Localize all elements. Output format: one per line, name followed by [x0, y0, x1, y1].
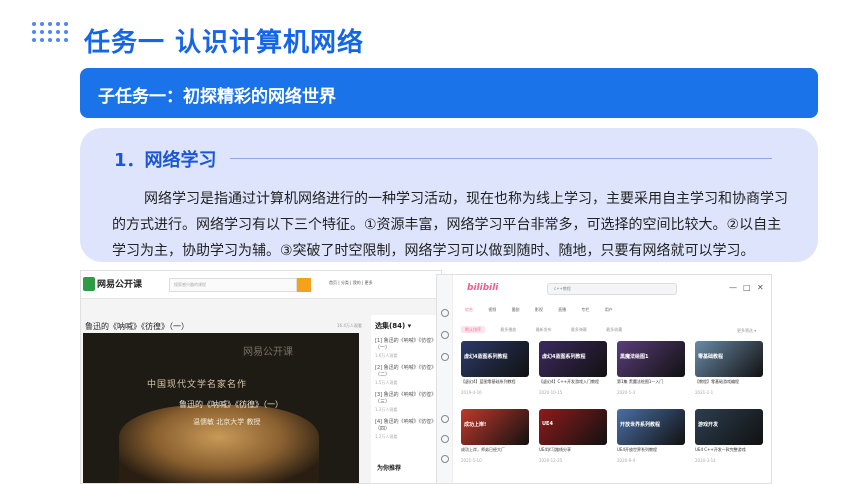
s1-video-line1: 中国现代文学名家名作 [147, 380, 248, 390]
s2-more-filters[interactable]: 更多筛选 ▾ [737, 328, 756, 334]
video-meta: 2021-5-10 [461, 458, 482, 463]
s1-search-button[interactable] [297, 278, 311, 292]
close-icon[interactable]: ✕ [757, 283, 764, 292]
video-title[interactable]: 第1集 黑魔法绘图1—入门 [617, 379, 685, 389]
video-meta: 2020-12-25 [539, 458, 563, 463]
filter-most-played[interactable]: 最多播放 [496, 326, 520, 333]
tab-live[interactable]: 直播 [558, 307, 566, 312]
s2-search-input[interactable]: c++教程 [547, 283, 677, 295]
video-meta: 2020-3-14 [695, 458, 716, 463]
video-meta: 2019-4-16 [461, 390, 482, 395]
s1-video-title: 鲁迅的《呐喊》《彷徨》（一） [85, 322, 189, 331]
filter-most-danmaku[interactable]: 最多弹幕 [567, 326, 591, 333]
tab-film[interactable]: 影视 [535, 307, 543, 312]
s2-side-rail [437, 275, 453, 483]
video-card[interactable]: 虚幻4蓝图系列教程 【虚幻4】蓝图零基础系列教程 2019-4-16 [461, 341, 529, 395]
video-thumbnail[interactable]: 游戏开发 [695, 409, 763, 445]
list-item[interactable]: [3] 鲁迅的《呐喊》《彷徨》（三） 1.3万人观看 [371, 389, 441, 416]
tab-video[interactable]: 视频 [488, 307, 496, 312]
s2-tabs: 综合 视频 番剧 影视 直播 专栏 用户 [465, 307, 627, 313]
minimize-icon[interactable]: — [729, 283, 737, 292]
s1-episode-list: 选集(84) ▾ [1] 鲁迅的《呐喊》《彷徨》（一） 1.6万人观看 [2] 鲁… [371, 315, 441, 483]
video-meta: 2020-10-15 [539, 390, 563, 395]
history-icon[interactable] [441, 435, 449, 443]
tab-all[interactable]: 综合 [465, 307, 473, 312]
video-thumbnail[interactable]: 零基础教程 [695, 341, 763, 377]
message-icon[interactable] [441, 415, 449, 423]
video-card[interactable]: UE4 UE4学习路线分享 2020-12-25 [539, 409, 607, 463]
s1-recommend-heading: 为你推荐 [377, 465, 402, 472]
subtask-title: 子任务一：初探精彩的网络世界 [98, 87, 336, 107]
channel-icon[interactable] [441, 353, 449, 361]
bilibili-logo: bilibili [467, 283, 499, 293]
video-thumbnail[interactable]: 成功上岸! [461, 409, 529, 445]
video-title[interactable]: UE4开放世界系列教程 [617, 447, 685, 457]
video-meta: 2020-5-3 [617, 390, 636, 395]
video-card[interactable]: 开放世界系列教程 UE4开放世界系列教程 2020-9-4 [617, 409, 685, 463]
video-thumbnail[interactable]: 黑魔法绘图1 [617, 341, 685, 377]
netease-open-course-screenshot: 网易公开课 搜索感兴趣的课程 首页 | 分类 | 我的 | 更多 鲁迅的《呐喊》… [80, 270, 442, 484]
home-icon[interactable] [441, 309, 449, 317]
subtask-banner: 子任务一：初探精彩的网络世界 [80, 68, 818, 118]
tab-column[interactable]: 专栏 [581, 307, 589, 312]
s1-video-line2: 鲁迅的《呐喊》《彷徨》（一） [179, 400, 283, 409]
settings-icon[interactable] [441, 455, 449, 463]
maximize-icon[interactable]: □ [743, 283, 751, 292]
dynamic-icon[interactable] [441, 331, 449, 339]
page-title: 任务一 认识计算机网络 [84, 28, 365, 58]
video-card[interactable]: 成功上岸! 成功上岸，师弟已经大厂 2021-5-10 [461, 409, 529, 463]
video-title[interactable]: 【虚幻4】C++开发游戏入门教程 [539, 379, 607, 389]
s1-video-player[interactable]: 网易公开课 中国现代文学名家名作 鲁迅的《呐喊》《彷徨》（一） 温儒敏 北京大学… [83, 333, 359, 483]
video-meta: 2021-2-1 [695, 390, 714, 395]
tab-user[interactable]: 用户 [605, 307, 613, 312]
video-title[interactable]: 成功上岸，师弟已经大厂 [461, 447, 529, 457]
filter-default[interactable]: 默认排序 [461, 326, 485, 333]
s2-filters: 默认排序 最多播放 最新发布 最多弹幕 最多收藏 [461, 326, 636, 333]
s1-episode-header[interactable]: 选集(84) ▾ [371, 315, 441, 335]
section-divider [230, 158, 772, 159]
video-title[interactable]: 【教程】零基础游戏编程 [695, 379, 763, 389]
s1-nav[interactable]: 首页 | 分类 | 我的 | 更多 [329, 280, 373, 286]
list-item[interactable]: [2] 鲁迅的《呐喊》《彷徨》（二） 1.5万人观看 [371, 362, 441, 389]
video-card[interactable]: 虚幻4蓝图系列教程 【虚幻4】C++开发游戏入门教程 2020-10-15 [539, 341, 607, 395]
video-title[interactable]: UE4 C++开发一款完整游戏 [695, 447, 763, 457]
video-title[interactable]: UE4学习路线分享 [539, 447, 607, 457]
bilibili-screenshot: bilibili c++教程 — □ ✕ 综合 视频 番剧 影视 直播 专栏 用… [436, 274, 772, 484]
content-card: 1．网络学习 网络学习是指通过计算机网络进行的一种学习活动，现在也称为线上学习，… [80, 128, 818, 262]
decorative-dots [32, 22, 68, 52]
video-card[interactable]: 游戏开发 UE4 C++开发一款完整游戏 2020-3-14 [695, 409, 763, 463]
video-card[interactable]: 零基础教程 【教程】零基础游戏编程 2021-2-1 [695, 341, 763, 395]
section-heading: 1．网络学习 [114, 150, 217, 171]
s1-view-count: 16.4万人观看 [337, 323, 362, 328]
video-thumbnail[interactable]: 开放世界系列教程 [617, 409, 685, 445]
list-item[interactable]: [1] 鲁迅的《呐喊》《彷徨》（一） 1.6万人观看 [371, 335, 441, 362]
filter-most-favorited[interactable]: 最多收藏 [602, 326, 626, 333]
section-paragraph: 网络学习是指通过计算机网络进行的一种学习活动，现在也称为线上学习，主要采用自主学… [112, 191, 788, 259]
s1-video-line3: 温儒敏 北京大学 教授 [193, 418, 261, 426]
video-thumbnail[interactable]: 虚幻4蓝图系列教程 [539, 341, 607, 377]
list-item[interactable]: [4] 鲁迅的《呐喊》《彷徨》（四） 1.2万人观看 [371, 416, 441, 443]
video-thumbnail[interactable]: 虚幻4蓝图系列教程 [461, 341, 529, 377]
video-thumbnail[interactable]: UE4 [539, 409, 607, 445]
s1-topbar: 网易公开课 搜索感兴趣的课程 首页 | 分类 | 我的 | 更多 [81, 271, 441, 299]
s1-watermark: 网易公开课 [243, 347, 293, 358]
video-card[interactable]: 黑魔法绘图1 第1集 黑魔法绘图1—入门 2020-5-3 [617, 341, 685, 395]
video-title[interactable]: 【虚幻4】蓝图零基础系列教程 [461, 379, 529, 389]
s1-brand: 网易公开课 [97, 280, 143, 290]
filter-newest[interactable]: 最新发布 [532, 326, 556, 333]
netease-logo-icon [83, 277, 95, 291]
s1-search-input[interactable]: 搜索感兴趣的课程 [169, 278, 297, 292]
video-meta: 2020-9-4 [617, 458, 636, 463]
tab-bangumi[interactable]: 番剧 [512, 307, 520, 312]
